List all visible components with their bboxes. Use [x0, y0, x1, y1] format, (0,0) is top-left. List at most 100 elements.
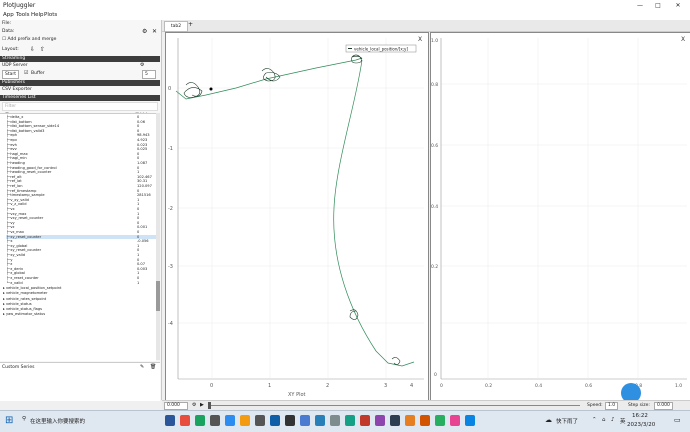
close-plot1-button[interactable]: X	[418, 36, 422, 43]
minimize-button[interactable]: —	[633, 1, 647, 10]
buffer-spinbox[interactable]: 5	[142, 70, 156, 79]
filter-input[interactable]: Filter	[2, 102, 158, 111]
app-icon-15[interactable]	[390, 415, 400, 426]
y-tick-0-8: 0.8	[431, 82, 438, 88]
udp-server-label: UDP Server	[2, 63, 28, 68]
save-layout-icon[interactable]: ⇧	[40, 46, 45, 53]
close-icon[interactable]: ✕	[152, 28, 157, 35]
time-settings-icon[interactable]: ⚙	[192, 402, 196, 408]
add-custom-icon[interactable]: ✎	[140, 364, 144, 370]
y-tick-0-2: 0.2	[431, 264, 438, 270]
step-size-input[interactable]: 0.000	[654, 402, 673, 410]
windows-start-icon[interactable]: ⊞	[5, 415, 13, 426]
slider-handle[interactable]	[208, 402, 211, 409]
app-icon-2[interactable]	[195, 415, 205, 426]
network-icon[interactable]: ⌂	[602, 417, 606, 423]
series-name: └─z_valid	[6, 280, 23, 285]
tree-group[interactable]: ▸ vehicle_status_flags	[3, 307, 153, 312]
app-icon-19[interactable]	[450, 415, 460, 426]
app-icon-9[interactable]	[300, 415, 310, 426]
menu-help[interactable]: Help	[31, 12, 44, 18]
app-icon-5[interactable]	[240, 415, 250, 426]
udp-settings-icon[interactable]: ⚙	[140, 62, 144, 68]
app-icon-17[interactable]	[420, 415, 430, 426]
xy-plot-svg[interactable]: 0 -1 -2 -3 -4 0 1 2 3 4 XY Plot vehicle_…	[166, 33, 428, 401]
buffer-checkbox[interactable]: ☑	[24, 70, 28, 76]
maximize-button[interactable]: □	[651, 1, 665, 10]
tab-tab2[interactable]: tab2	[164, 21, 188, 32]
y-tick-0: 0	[168, 86, 171, 92]
clock-time[interactable]: 16:22	[632, 413, 648, 419]
speed-input[interactable]: 1.0	[605, 402, 619, 410]
xy-plot-panel[interactable]: 0 -1 -2 -3 -4 0 1 2 3 4 XY Plot vehicle_…	[165, 32, 429, 402]
app-icon-12[interactable]	[345, 415, 355, 426]
weather-text[interactable]: 快下雨了	[556, 417, 578, 425]
tree-group[interactable]: ▸ vehicle_status	[3, 302, 153, 307]
position-marker	[209, 87, 213, 91]
app-icon-3[interactable]	[210, 415, 220, 426]
close-plot2-button[interactable]: X	[681, 36, 685, 43]
step-size-label: Step size:	[628, 403, 650, 408]
app-icon-7[interactable]	[270, 415, 280, 426]
x-tick-2: 2	[326, 383, 329, 389]
menu-app[interactable]: App	[3, 12, 14, 18]
menu-plots[interactable]: Plots	[44, 12, 57, 18]
time-input[interactable]: 0.000	[164, 402, 188, 410]
input-language[interactable]: 英	[620, 417, 626, 425]
scrollbar-thumb[interactable]	[156, 281, 160, 311]
notification-icon[interactable]: ▭	[674, 416, 681, 424]
app-icon-20[interactable]	[465, 415, 475, 426]
y-tick-1: -1	[168, 146, 173, 152]
custom-series-label: Custom Series	[2, 365, 35, 370]
file-label: File:	[2, 21, 12, 26]
tab-bar: tab2 +	[162, 20, 690, 32]
app-icon-18[interactable]	[435, 415, 445, 426]
start-button[interactable]: Start	[2, 70, 19, 79]
empty-plot-panel[interactable]: 1.0 0.8 0.6 0.4 0.2 0 0 0.2 0.4 0.6 0.8 …	[430, 32, 690, 403]
x-tick-0: 0	[210, 383, 213, 389]
y-tick-4: -4	[168, 321, 173, 327]
search-icon[interactable]: ⚲	[22, 416, 26, 422]
app-icon-16[interactable]	[405, 415, 415, 426]
play-icon[interactable]: ▶	[200, 402, 204, 408]
load-layout-icon[interactable]: ⇩	[30, 46, 35, 53]
window-title: PlotJuggler	[3, 2, 36, 9]
tree-group[interactable]: ▸ vehicle_magnetometer	[3, 291, 153, 296]
app-icon-10[interactable]	[315, 415, 325, 426]
app-icon-8[interactable]	[285, 415, 295, 426]
merge-checkbox[interactable]: ☐ Add prefix and merge	[2, 37, 56, 42]
app-icon-4[interactable]	[225, 415, 235, 426]
add-tab-button[interactable]: +	[188, 21, 193, 28]
x-tick-0-2: 0.2	[485, 383, 492, 389]
table-row[interactable]: └─z_valid 1	[6, 281, 156, 286]
streaming-header: Streaming	[0, 56, 160, 62]
timeseries-list[interactable]: ├─delta_x 0 ├─dist_bottom 0.06 ├─dist_bottom…	[0, 113, 156, 361]
app-icon-11[interactable]	[330, 415, 340, 426]
tray-chevron-icon[interactable]: ⌃	[592, 417, 597, 423]
y-tick-0-6: 0.6	[431, 143, 438, 149]
time-slider[interactable]	[210, 405, 580, 406]
taskbar-search-box[interactable]: 在这里输入你要搜索的	[30, 417, 85, 425]
tree-group[interactable]: ▸ vehicle_rates_setpoint	[3, 297, 153, 302]
menu-tools[interactable]: Tools	[16, 12, 30, 18]
x-tick-3: 3	[384, 383, 387, 389]
windows-taskbar: ⊞ ⚲ 在这里输入你要搜索的 ☁ 快下雨了 ⌃ ⌂ ♪ 英 16:22 2023…	[0, 410, 690, 432]
task-view-icon[interactable]	[165, 415, 175, 426]
timeseries-header: Timeseries List	[0, 95, 160, 101]
clock-date[interactable]: 2023/3/20	[627, 422, 655, 428]
app-icon-6[interactable]	[255, 415, 265, 426]
weather-icon[interactable]: ☁	[545, 416, 552, 424]
tree-group[interactable]: ▸ vehicle_local_position_setpoint	[3, 286, 153, 291]
app-icon-14[interactable]	[375, 415, 385, 426]
csv-exporter-item[interactable]: CSV Exporter	[2, 87, 32, 92]
app-icon-13[interactable]	[360, 415, 370, 426]
speed-label: Speed:	[587, 403, 603, 408]
close-window-button[interactable]: ✕	[671, 1, 685, 10]
settings-gear-icon[interactable]: ⚙	[142, 28, 147, 35]
remove-custom-icon[interactable]: 🗑	[150, 364, 156, 370]
tree-group[interactable]: ▸ yaw_estimator_status	[3, 312, 153, 317]
volume-icon[interactable]: ♪	[611, 417, 615, 423]
timeseries-scrollbar[interactable]	[156, 113, 160, 360]
empty-plot-svg[interactable]: 1.0 0.8 0.6 0.4 0.2 0 0 0.2 0.4 0.6 0.8 …	[431, 33, 690, 403]
app-icon-1[interactable]	[180, 415, 190, 426]
